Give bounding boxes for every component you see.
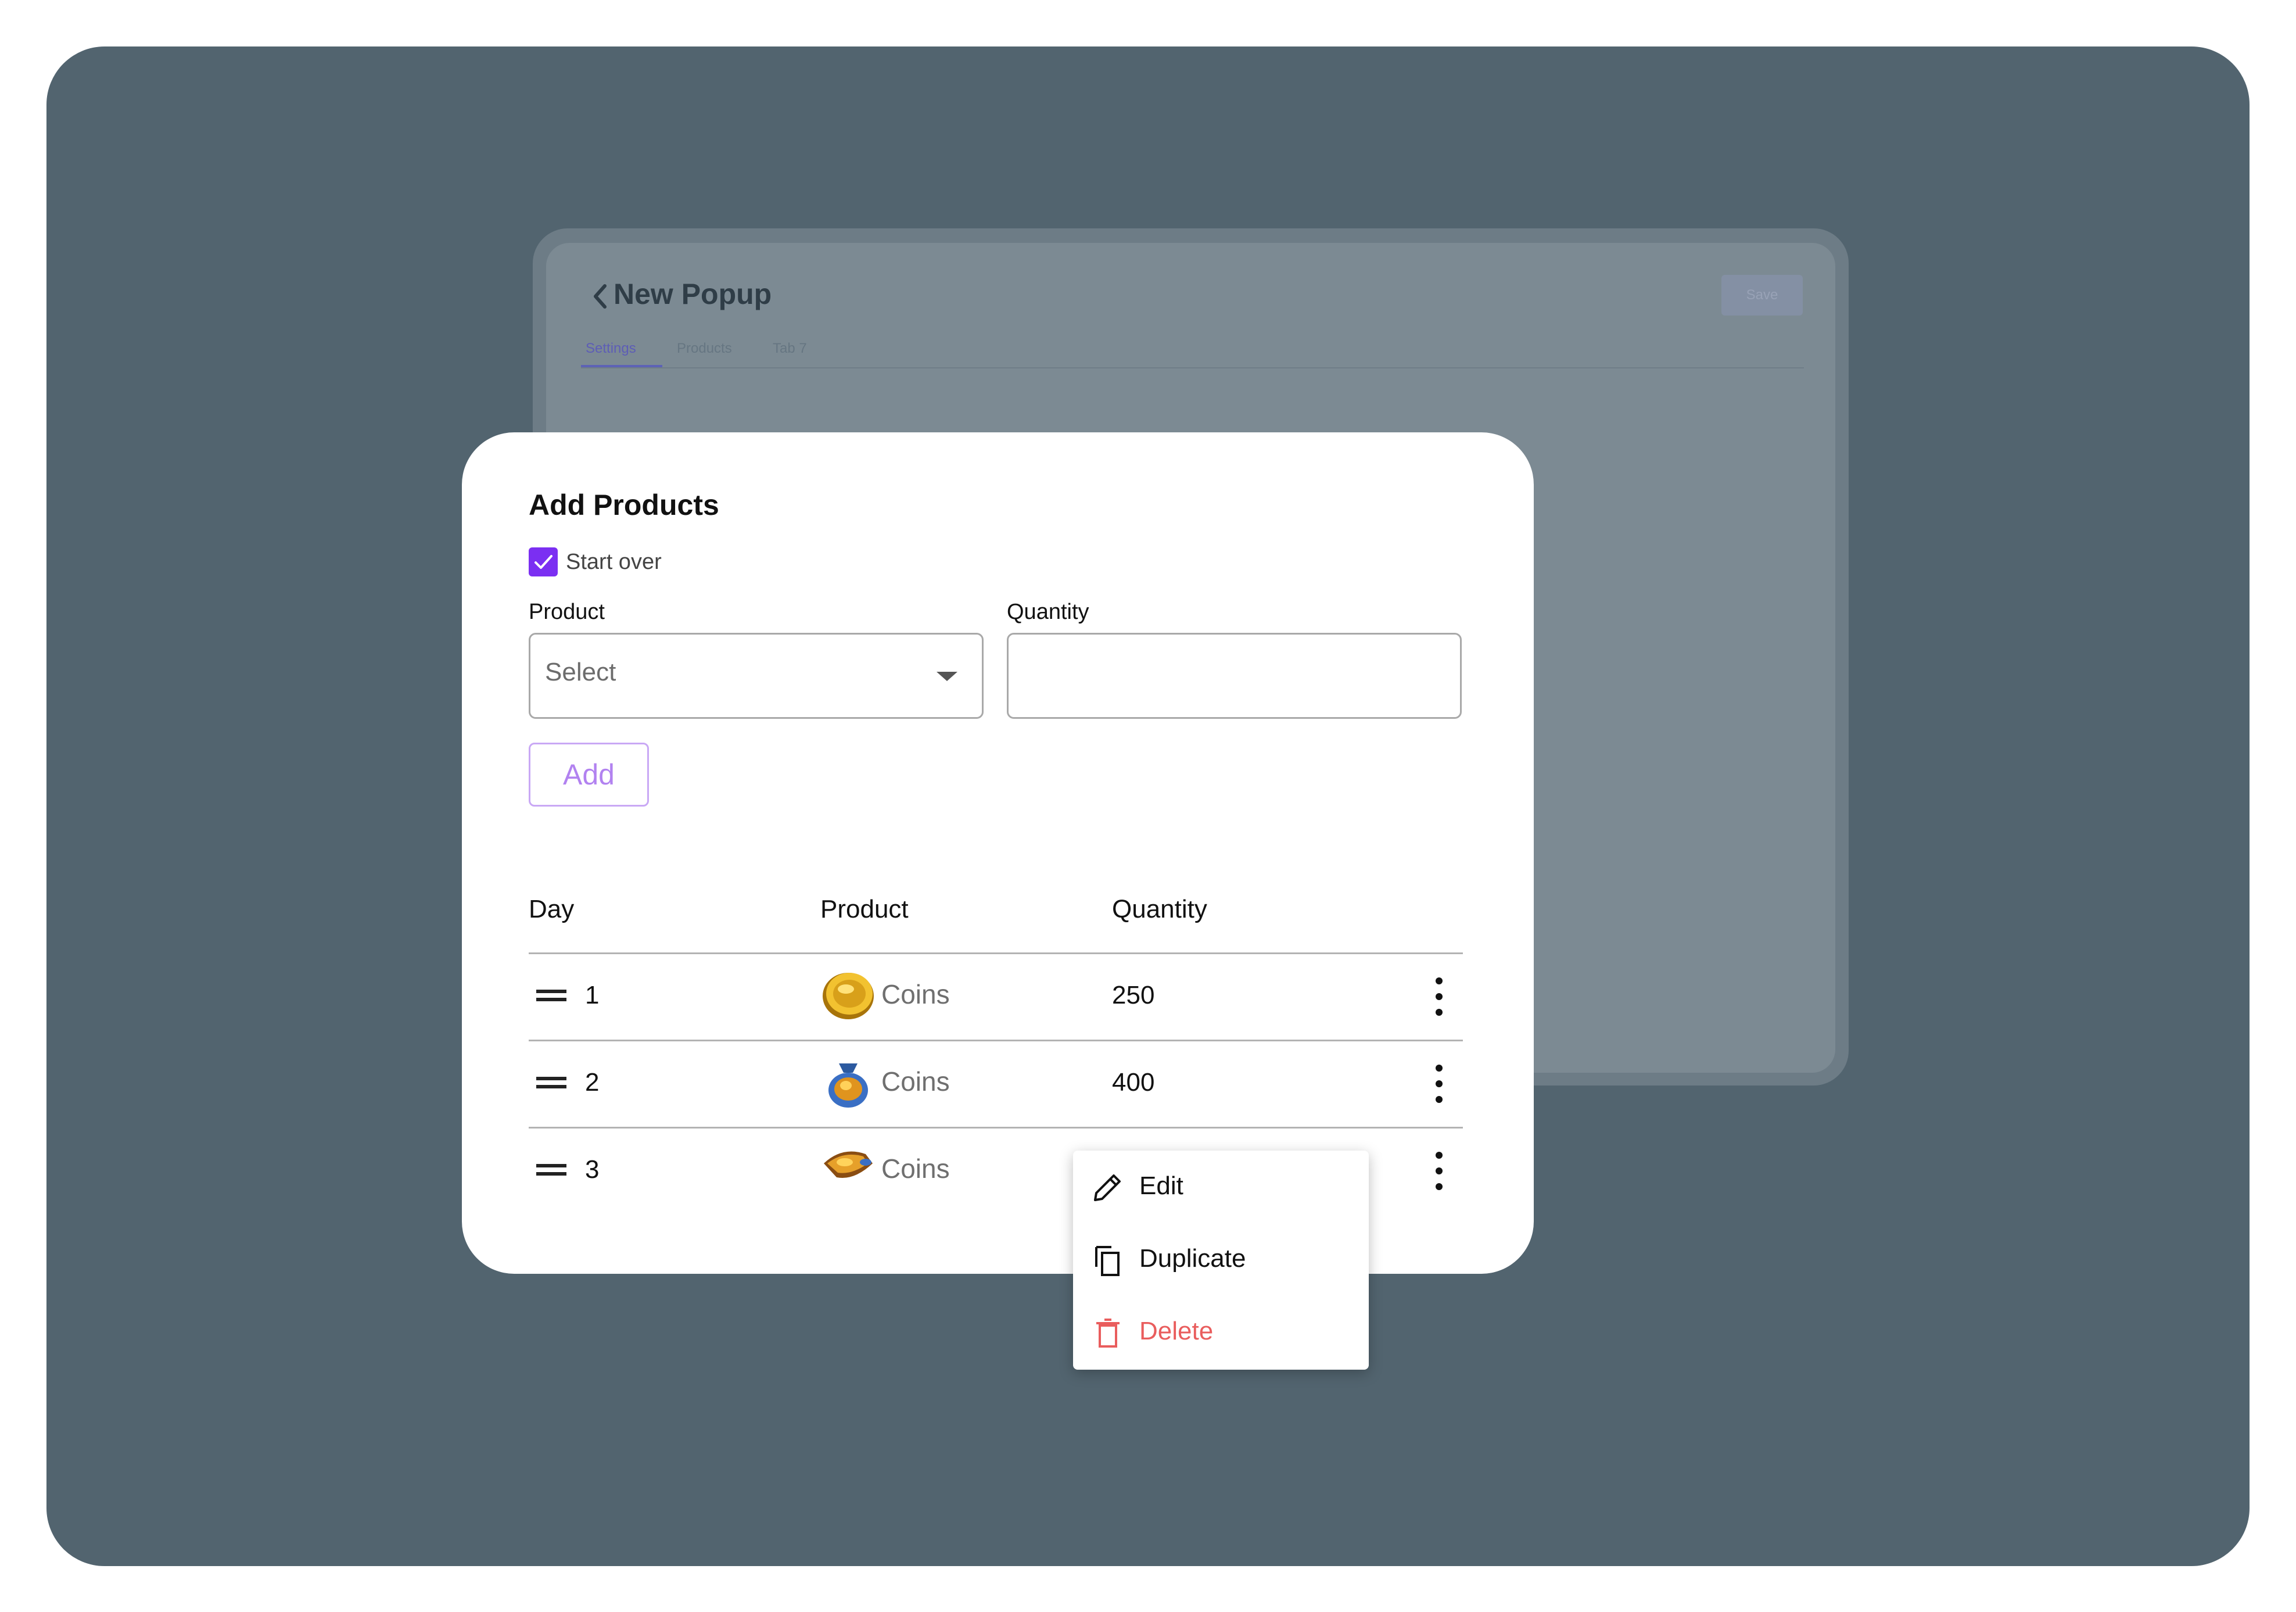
column-header-product: Product [820,895,909,923]
caret-down-icon [937,672,957,681]
more-options-icon[interactable] [1432,977,1446,1018]
column-header-quantity: Quantity [1112,895,1207,923]
tab-settings[interactable]: Settings [586,341,636,357]
product-select[interactable]: Select [529,633,984,719]
menu-item-edit[interactable]: Edit [1073,1155,1369,1219]
background-window-title: New Popup [614,278,772,310]
active-tab-indicator [581,365,662,367]
row-divider [529,1127,1463,1129]
more-options-icon[interactable] [1432,1152,1446,1192]
row-product: Coins [881,1066,950,1097]
menu-item-delete[interactable]: Delete [1073,1301,1369,1364]
dialog-title: Add Products [529,489,719,521]
trash-icon [1096,1319,1120,1348]
tab-7[interactable]: Tab 7 [773,341,807,357]
more-options-icon[interactable] [1432,1065,1446,1105]
row-product: Coins [881,1154,950,1184]
menu-item-duplicate[interactable]: Duplicate [1073,1228,1369,1292]
drag-handle-icon[interactable] [536,1164,566,1177]
row-quantity: 250 [1112,981,1155,1009]
menu-item-label: Duplicate [1139,1244,1246,1273]
gold-coin-icon [823,973,874,1019]
row-divider [529,1040,1463,1041]
product-select-placeholder: Select [545,658,616,686]
start-over-checkbox[interactable] [529,547,558,576]
pencil-icon [1094,1174,1121,1201]
save-button[interactable]: Save [1721,275,1803,316]
row-day: 3 [585,1155,600,1184]
tab-bar: Settings Products Tab 7 [581,338,1804,368]
menu-item-label: Edit [1139,1172,1183,1200]
start-over-label[interactable]: Start over [566,550,662,575]
row-quantity: 400 [1112,1068,1155,1097]
drag-handle-icon[interactable] [536,990,566,1002]
add-button[interactable]: Add [529,743,649,807]
header-divider [529,952,1463,954]
row-product: Coins [881,979,950,1009]
row-day: 1 [585,981,600,1009]
drag-handle-icon[interactable] [536,1077,566,1090]
copy-icon [1095,1246,1120,1276]
quantity-input[interactable] [1007,633,1462,719]
tab-products[interactable]: Products [677,341,732,357]
row-context-menu: Edit Duplicate Delete [1073,1151,1369,1370]
menu-item-label: Delete [1139,1317,1214,1345]
coin-bag-icon [828,1063,868,1108]
product-field-label: Product [529,600,605,624]
checkmark-icon [534,555,553,569]
column-header-day: Day [529,895,575,923]
row-day: 2 [585,1068,600,1097]
quantity-field-label: Quantity [1007,600,1089,624]
coin-pile-icon [824,1151,873,1178]
